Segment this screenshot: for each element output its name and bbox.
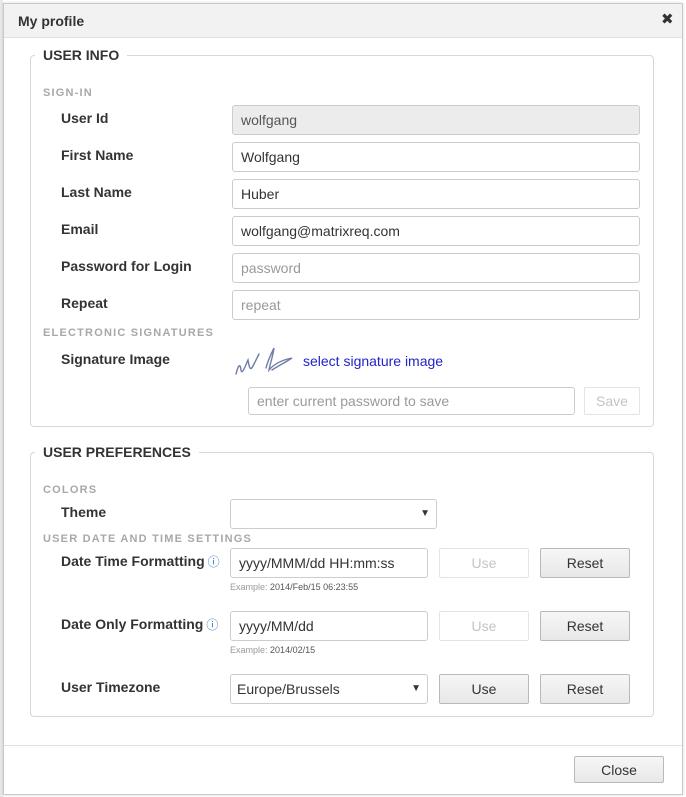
date-only-reset-button[interactable]: Reset	[540, 611, 630, 641]
user-preferences-legend: USER PREFERENCES	[43, 444, 191, 460]
date-only-formatting-label-text: Date Only Formatting	[61, 616, 204, 632]
current-password-field[interactable]	[248, 387, 575, 415]
date-time-formatting-label-text: Date Time Formatting	[61, 553, 205, 569]
dialog-titlebar: My profile ✖	[4, 4, 682, 38]
dialog-title: My profile	[18, 13, 85, 29]
first-name-field[interactable]	[232, 142, 640, 172]
last-name-label: Last Name	[61, 184, 132, 200]
chevron-down-icon: ▼	[411, 683, 421, 694]
footer-divider	[4, 745, 682, 746]
email-label: Email	[61, 221, 99, 237]
timezone-use-button[interactable]: Use	[439, 674, 529, 704]
timezone-select-value: Europe/Brussels	[237, 681, 340, 697]
user-timezone-label: User Timezone	[61, 679, 161, 695]
password-label: Password for Login	[61, 258, 192, 274]
colors-heading: COLORS	[43, 484, 98, 496]
date-time-format-field[interactable]	[230, 548, 428, 578]
date-time-reset-button[interactable]: Reset	[540, 548, 630, 578]
user-info-legend: USER INFO	[43, 47, 120, 63]
date-only-example-value: 2014/02/15	[270, 645, 316, 655]
select-signature-image-link[interactable]: select signature image	[303, 353, 443, 369]
timezone-reset-button[interactable]: Reset	[540, 674, 630, 704]
password-field[interactable]	[232, 253, 640, 283]
date-only-formatting-label: Date Only Formatting ⓘ	[61, 616, 218, 633]
user-id-label: User Id	[61, 110, 109, 126]
signature-image	[235, 347, 293, 375]
date-only-format-field[interactable]	[230, 611, 428, 641]
timezone-select[interactable]: Europe/Brussels ▼	[230, 674, 428, 704]
signature-image-label: Signature Image	[61, 351, 170, 367]
date-only-example: Example: 2014/02/15	[230, 645, 315, 655]
date-time-example-value: 2014/Feb/15 06:23:55	[270, 582, 359, 592]
save-button[interactable]: Save	[584, 387, 640, 415]
date-time-formatting-label: Date Time Formatting ⓘ	[61, 553, 220, 570]
close-icon[interactable]: ✖	[661, 12, 674, 28]
sign-in-heading: SIGN-IN	[43, 87, 93, 99]
email-field[interactable]	[232, 216, 640, 246]
first-name-label: First Name	[61, 147, 134, 163]
my-profile-dialog: My profile ✖ USER INFO SIGN-IN User Id F…	[3, 3, 683, 795]
chevron-down-icon: ▼	[420, 508, 430, 519]
date-time-example-prefix: Example:	[230, 582, 268, 592]
user-id-field[interactable]	[232, 105, 640, 135]
repeat-password-field[interactable]	[232, 290, 640, 320]
date-only-use-button[interactable]: Use	[439, 611, 529, 641]
theme-label: Theme	[61, 504, 107, 520]
info-icon[interactable]: ⓘ	[208, 555, 220, 569]
theme-select[interactable]: ▼	[230, 499, 437, 529]
date-time-settings-heading: USER DATE AND TIME SETTINGS	[43, 533, 253, 545]
info-icon[interactable]: ⓘ	[206, 618, 218, 632]
repeat-password-label: Repeat	[61, 295, 108, 311]
electronic-signatures-heading: ELECTRONIC SIGNATURES	[43, 327, 215, 339]
close-button[interactable]: Close	[574, 756, 664, 783]
date-only-example-prefix: Example:	[230, 645, 268, 655]
date-time-use-button[interactable]: Use	[439, 548, 529, 578]
date-time-example: Example: 2014/Feb/15 06:23:55	[230, 582, 358, 592]
last-name-field[interactable]	[232, 179, 640, 209]
